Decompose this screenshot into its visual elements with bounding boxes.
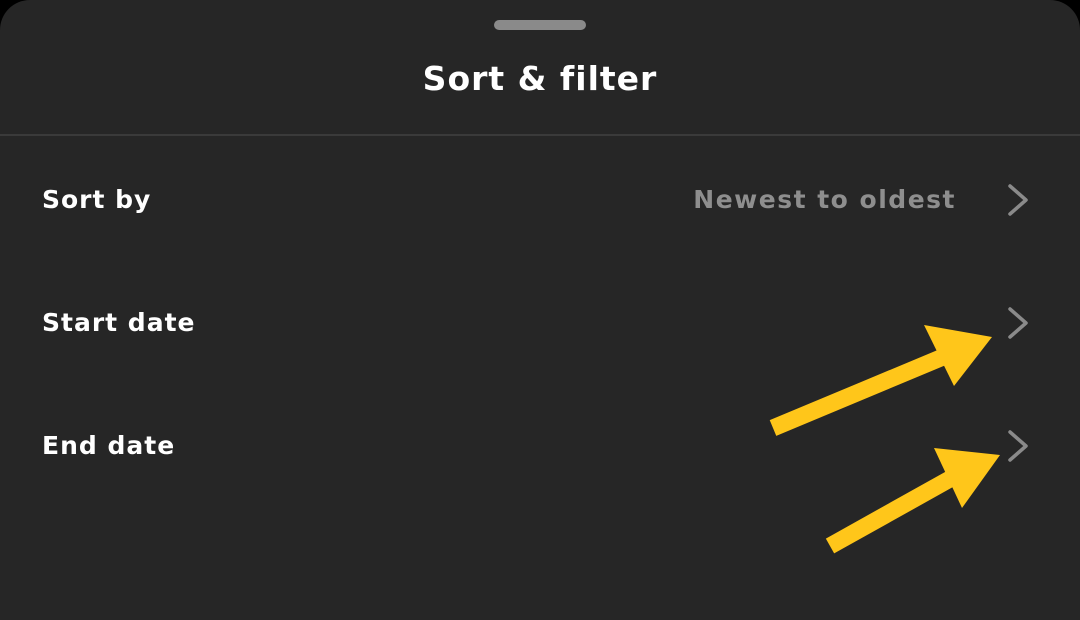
sheet-title: Sort & filter <box>422 59 658 98</box>
sort-filter-sheet: Sort & filter Sort by Newest to oldest S… <box>0 0 1080 620</box>
chevron-right-icon <box>1008 307 1028 339</box>
start-date-row[interactable]: Start date <box>0 273 1080 373</box>
sort-by-value: Newest to oldest <box>693 185 956 214</box>
end-date-row[interactable]: End date <box>0 396 1080 496</box>
chevron-right-icon <box>1008 430 1028 462</box>
divider <box>0 134 1080 136</box>
sort-by-label: Sort by <box>42 185 152 214</box>
sort-by-row[interactable]: Sort by Newest to oldest <box>0 150 1080 250</box>
end-date-label: End date <box>42 431 176 460</box>
drag-handle[interactable] <box>494 20 586 30</box>
start-date-label: Start date <box>42 308 196 337</box>
chevron-right-icon <box>1008 184 1028 216</box>
